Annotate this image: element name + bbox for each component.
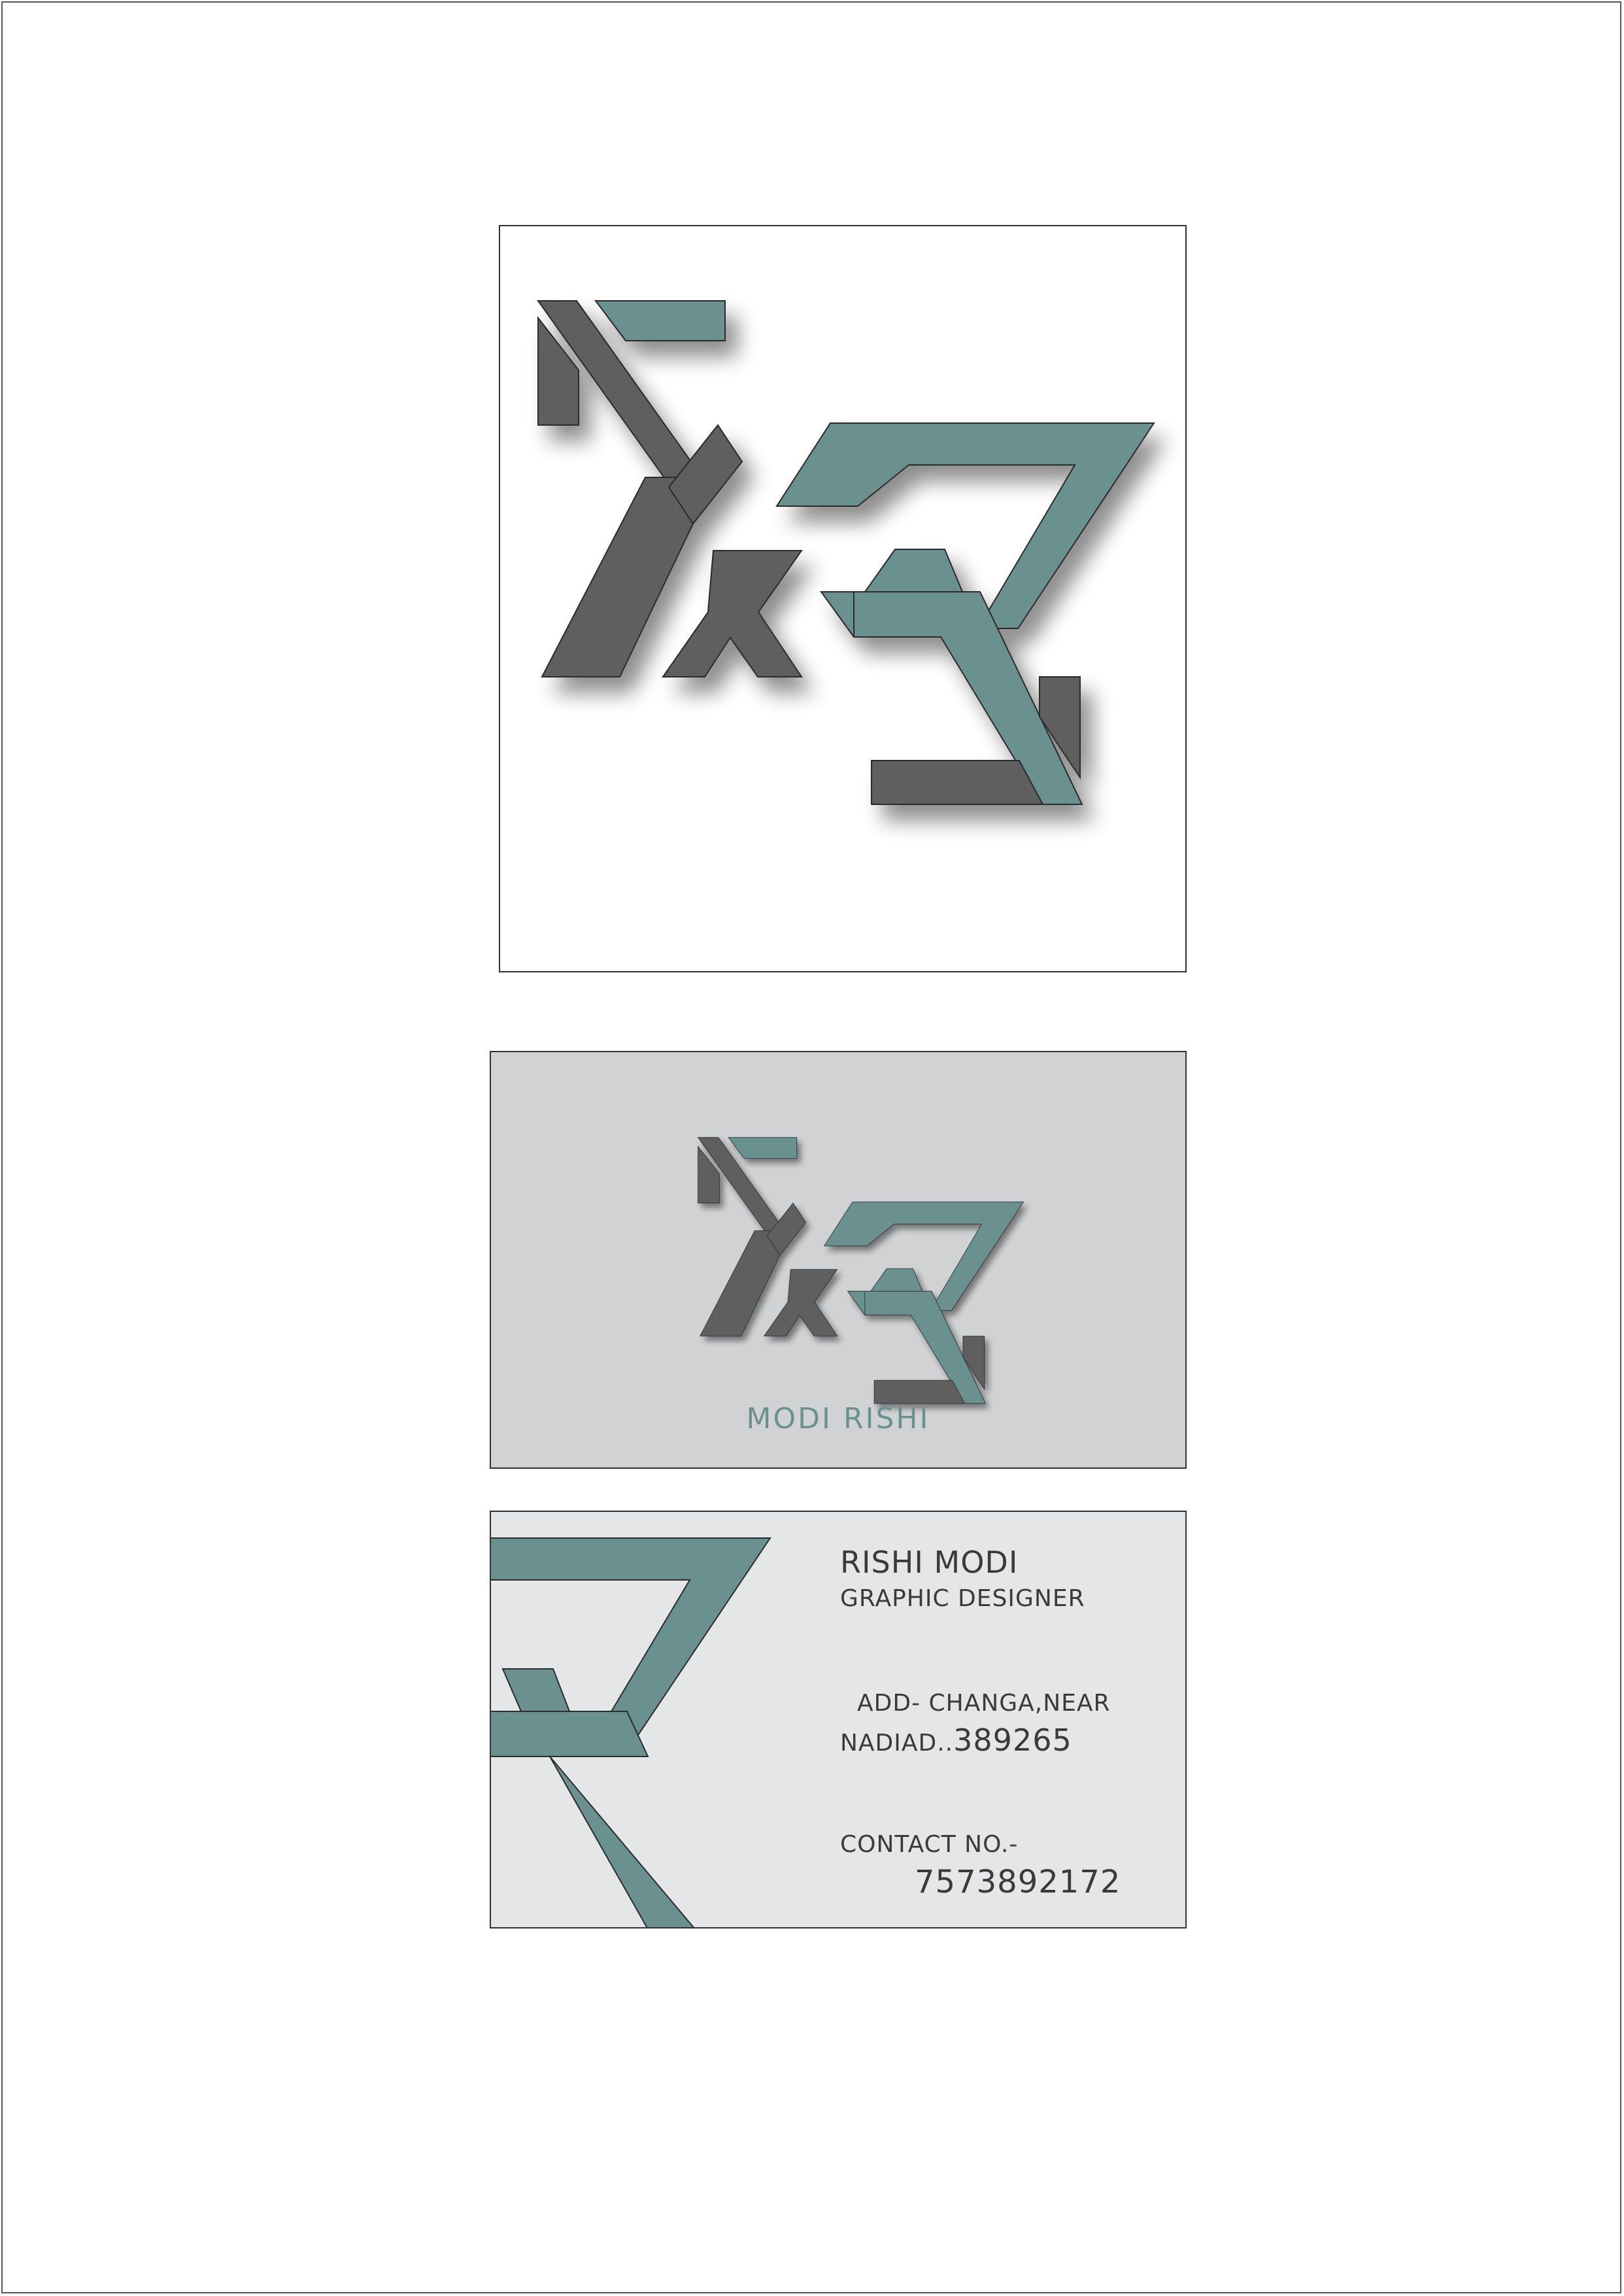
teal-top-bar: [594, 300, 726, 341]
x-small-x: [662, 550, 803, 677]
person-name: RISHI MODI: [840, 1545, 1019, 1580]
business-card-front: MODI RISHI: [490, 1051, 1187, 1469]
address-line-1: ADD- CHANGA,NEAR: [857, 1690, 1111, 1717]
logo-panel: [499, 225, 1187, 972]
address-city: NADIAD..: [840, 1730, 954, 1756]
address-pin: 389265: [953, 1722, 1072, 1758]
rx-monogram-logo-icon: [537, 300, 1155, 805]
contact-number: 7573892172: [915, 1864, 1121, 1900]
contact-label: CONTACT NO.-: [840, 1831, 1019, 1858]
bottom-bar: [871, 760, 1044, 805]
person-title: GRAPHIC DESIGNER: [840, 1585, 1085, 1612]
r-graphic-leg: [491, 1711, 694, 1927]
brand-name: MODI RISHI: [746, 1402, 930, 1435]
address-line-2: NADIAD..389265: [840, 1722, 1072, 1758]
business-card-back: RISHI MODI GRAPHIC DESIGNER ADD- CHANGA,…: [490, 1511, 1187, 1928]
